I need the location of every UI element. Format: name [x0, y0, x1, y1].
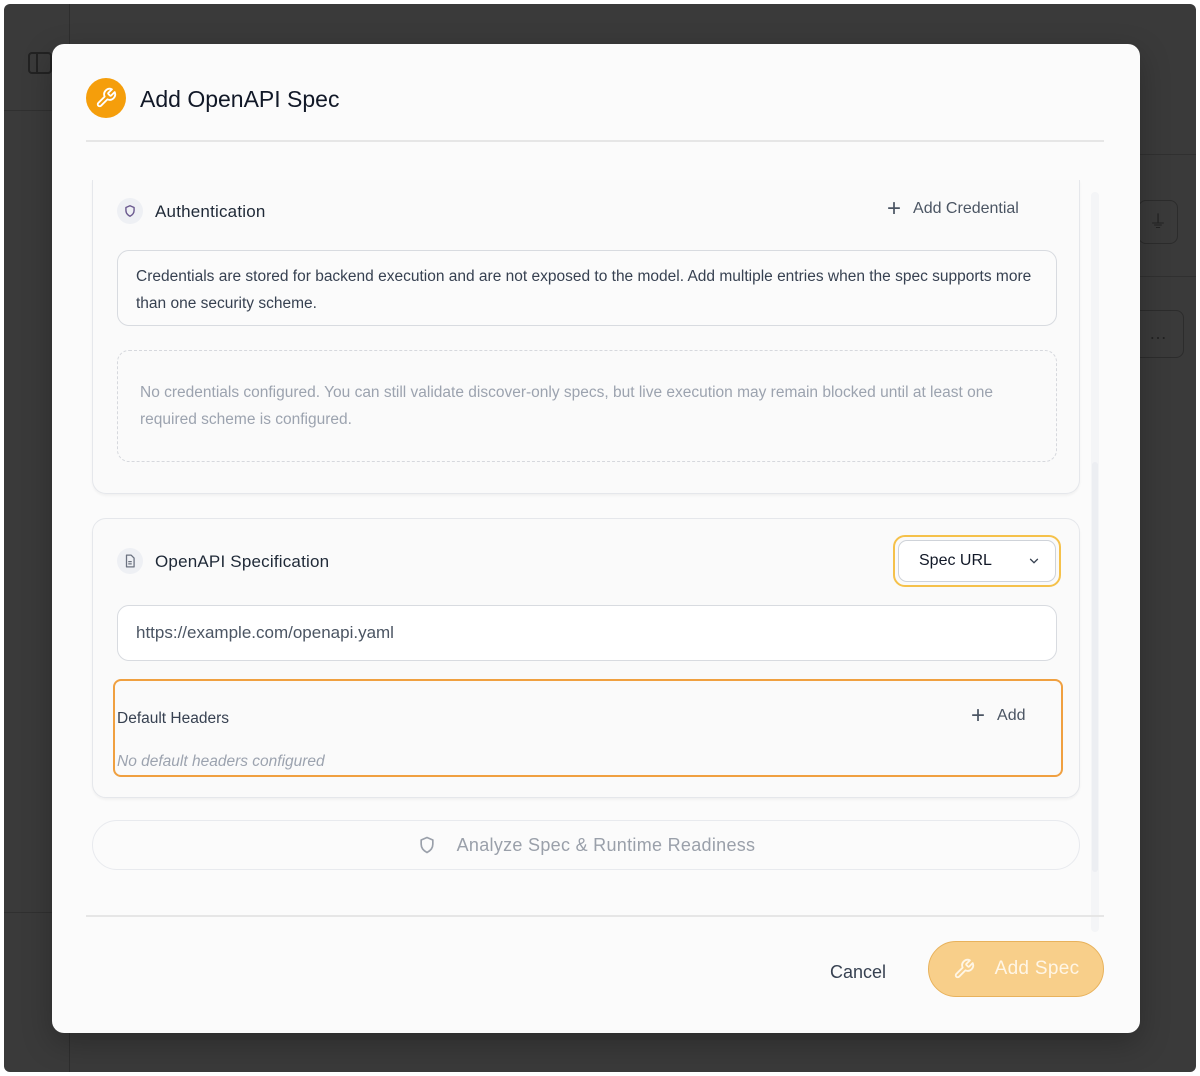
openapi-specification-section: OpenAPI Specification Spec URL https://e… [92, 518, 1080, 798]
spec-url-input[interactable]: https://example.com/openapi.yaml [117, 605, 1057, 661]
default-headers-section: Default Headers + Add No default headers… [113, 679, 1063, 777]
cancel-button[interactable]: Cancel [812, 954, 904, 990]
wrench-icon [86, 78, 126, 118]
scrollbar[interactable] [1091, 192, 1099, 932]
add-spec-button[interactable]: Add Spec [928, 941, 1104, 997]
dialog-header: Add OpenAPI Spec [86, 78, 1104, 142]
dialog-body[interactable]: Authentication + Add Credential Credenti… [86, 180, 1106, 930]
wrench-icon [954, 958, 974, 979]
openapi-specification-title: OpenAPI Specification [155, 552, 330, 571]
shield-icon [117, 198, 143, 224]
default-headers-label: Default Headers [117, 710, 230, 727]
spec-source-select[interactable]: Spec URL [893, 535, 1061, 587]
default-headers-empty: No default headers configured [117, 753, 325, 770]
analyze-spec-button[interactable]: Analyze Spec & Runtime Readiness [92, 820, 1080, 870]
add-credential-button[interactable]: + Add Credential [887, 195, 1019, 222]
spec-source-value: Spec URL [919, 552, 992, 569]
shield-icon [419, 836, 434, 854]
add-spec-label: Add Spec [994, 958, 1080, 979]
authentication-title: Authentication [155, 202, 266, 221]
dialog-title: Add OpenAPI Spec [140, 86, 340, 112]
plug-icon: ⏚ [1138, 200, 1178, 244]
footer-divider [86, 915, 1104, 917]
add-header-label: Add [997, 707, 1026, 724]
analyze-spec-label: Analyze Spec & Runtime Readiness [456, 834, 756, 855]
add-header-button[interactable]: + Add [971, 702, 1026, 729]
credentials-info: Credentials are stored for backend execu… [117, 250, 1057, 326]
chevron-down-icon [1029, 558, 1039, 564]
sidebar-toggle-icon [28, 52, 52, 74]
scrollbar-thumb[interactable] [1092, 462, 1098, 872]
add-credential-label: Add Credential [913, 200, 1019, 217]
authentication-section: Authentication + Add Credential Credenti… [92, 180, 1080, 494]
add-openapi-spec-dialog: Add OpenAPI Spec Authentication + Add Cr… [52, 44, 1140, 1033]
plus-icon: + [971, 702, 986, 729]
credentials-empty-state: No credentials configured. You can still… [117, 350, 1057, 462]
document-icon [117, 548, 143, 574]
plus-icon: + [887, 195, 902, 222]
